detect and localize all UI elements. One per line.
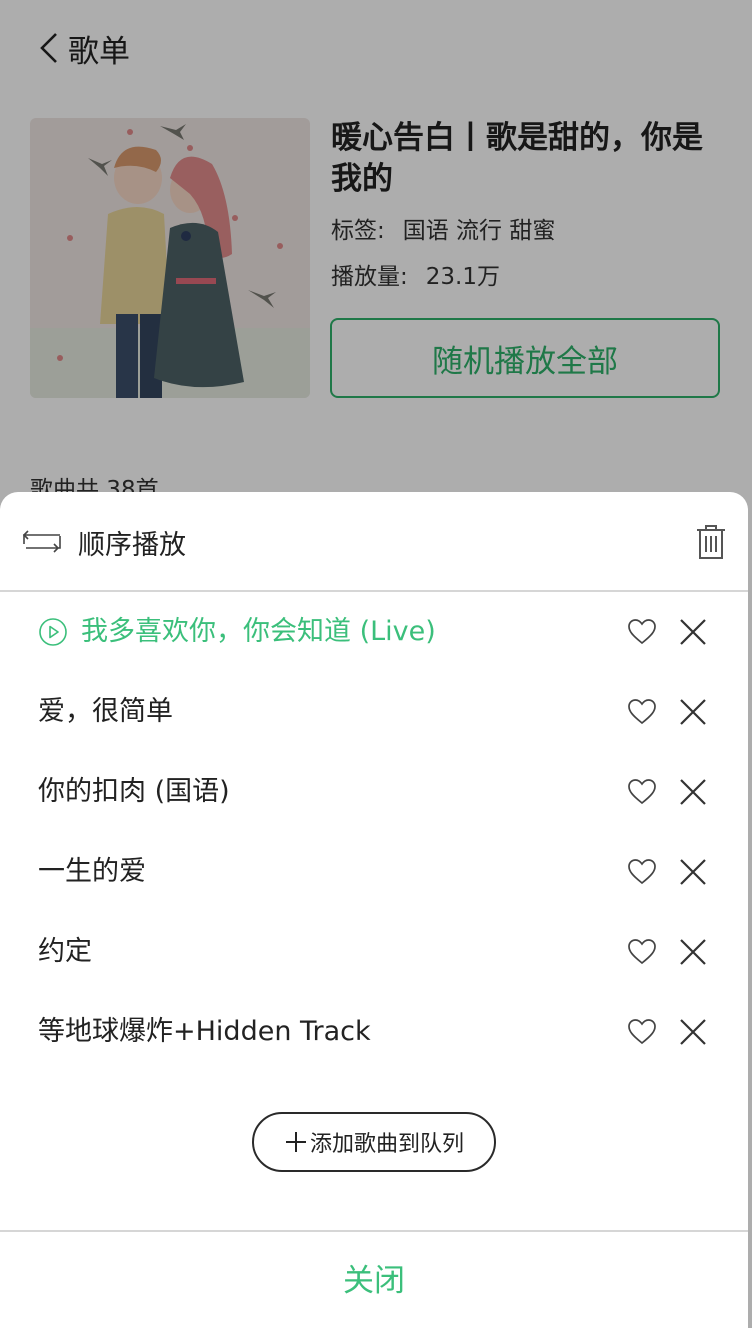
play-mode-label: 顺序播放 — [78, 529, 186, 561]
close-queue-button[interactable]: 关闭 — [0, 1232, 748, 1328]
heart-icon[interactable] — [626, 936, 658, 968]
sequential-loop-icon — [20, 526, 64, 558]
close-x-icon[interactable] — [677, 936, 709, 968]
add-songs-to-queue-button[interactable]: 添加歌曲到队列 — [252, 1112, 496, 1172]
heart-icon[interactable] — [626, 616, 658, 648]
queue-song-title: 你的扣肉 (国语) — [38, 776, 230, 807]
queue-header: 顺序播放 — [0, 492, 748, 592]
heart-icon[interactable] — [626, 1016, 658, 1048]
queue-song-title: 一生的爱 — [38, 856, 146, 887]
play-queue-sheet: 顺序播放 我多喜欢你，你会知道 (Live) 爱，很简单 你的扣肉 (国语) 一… — [0, 492, 748, 1328]
queue-footer: 关闭 — [0, 1230, 748, 1328]
close-x-icon[interactable] — [677, 616, 709, 648]
queue-song-title: 我多喜欢你，你会知道 (Live) — [81, 616, 436, 647]
close-x-icon[interactable] — [677, 1016, 709, 1048]
queue-song-list: 我多喜欢你，你会知道 (Live) 爱，很简单 你的扣肉 (国语) 一生的爱 约… — [0, 592, 748, 1072]
add-songs-label: 添加歌曲到队列 — [309, 1132, 464, 1157]
queue-song-title: 约定 — [38, 936, 92, 967]
queue-song-title: 等地球爆炸+Hidden Track — [38, 1016, 371, 1047]
queue-song-row[interactable]: 约定 — [0, 912, 748, 992]
trash-icon[interactable] — [694, 523, 730, 563]
close-x-icon[interactable] — [677, 696, 709, 728]
heart-icon[interactable] — [626, 776, 658, 808]
queue-song-row[interactable]: 爱，很简单 — [0, 672, 748, 752]
play-mode-toggle[interactable]: 顺序播放 — [20, 520, 186, 564]
plus-icon — [284, 1130, 308, 1154]
close-x-icon[interactable] — [677, 856, 709, 888]
queue-song-row[interactable]: 一生的爱 — [0, 832, 748, 912]
play-circle-icon — [38, 617, 68, 647]
queue-song-row[interactable]: 你的扣肉 (国语) — [0, 752, 748, 832]
queue-song-row[interactable]: 等地球爆炸+Hidden Track — [0, 992, 748, 1072]
close-x-icon[interactable] — [677, 776, 709, 808]
queue-song-row[interactable]: 我多喜欢你，你会知道 (Live) — [0, 592, 748, 672]
heart-icon[interactable] — [626, 696, 658, 728]
queue-song-title: 爱，很简单 — [38, 696, 173, 727]
heart-icon[interactable] — [626, 856, 658, 888]
